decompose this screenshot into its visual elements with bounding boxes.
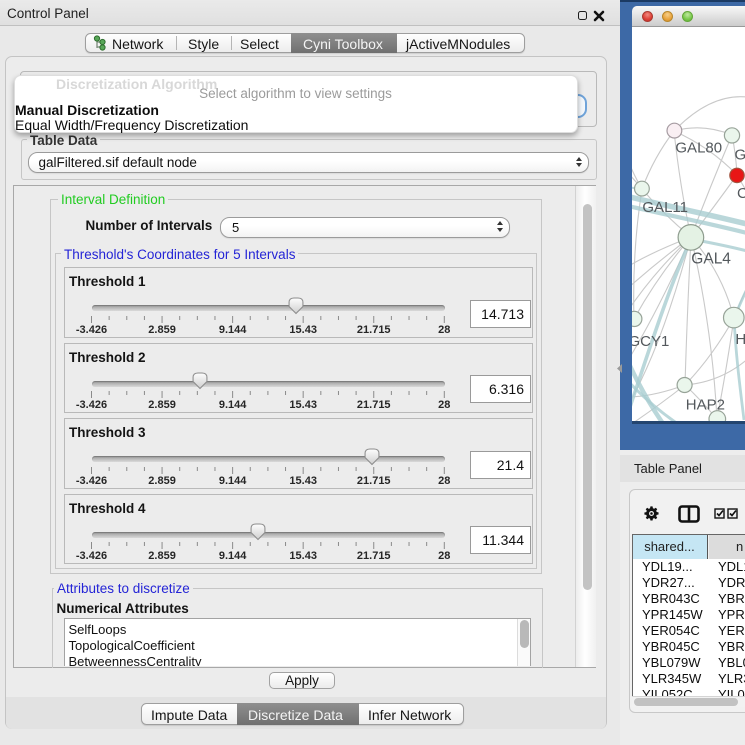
svg-text:GAL80: GAL80 xyxy=(675,140,722,157)
svg-text:GA: GA xyxy=(735,147,745,164)
svg-text:HAP2: HAP2 xyxy=(686,397,725,414)
svg-text:GCY1: GCY1 xyxy=(632,333,669,350)
svg-text:H: H xyxy=(735,331,745,348)
svg-text:GAL4: GAL4 xyxy=(691,251,731,268)
svg-text:GAL11: GAL11 xyxy=(642,199,688,216)
svg-text:C: C xyxy=(737,185,745,202)
